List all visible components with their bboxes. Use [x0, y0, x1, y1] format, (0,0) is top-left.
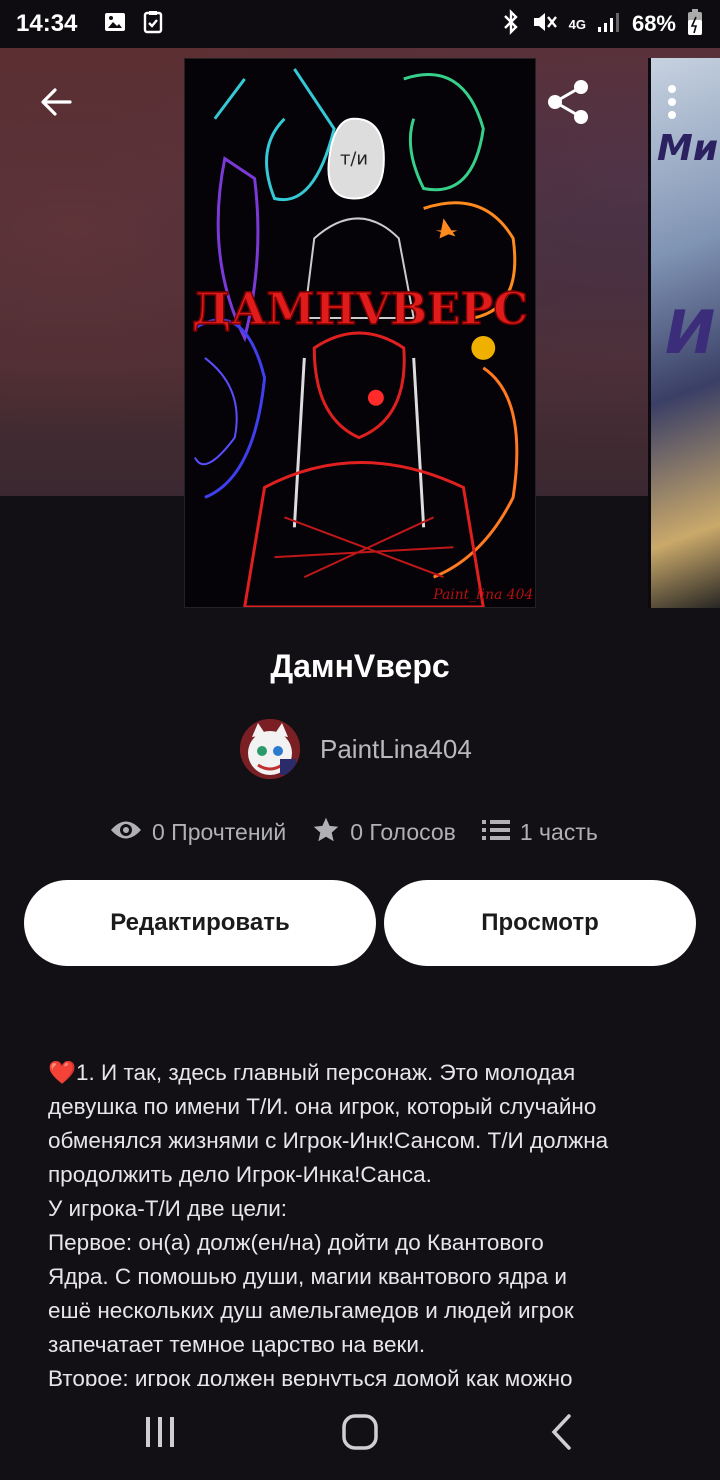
status-bar: 14:34 4G 68% [0, 0, 720, 48]
back-button[interactable] [28, 76, 84, 132]
author-row[interactable]: PaintLina404 [240, 718, 472, 780]
description-line: Первое: он(а) долж(ен/на) дойти до Квант… [48, 1230, 544, 1255]
share-button[interactable] [540, 76, 596, 132]
description-line: У игрока-Т/И две цели: [48, 1196, 288, 1221]
arrow-left-icon [38, 84, 74, 125]
description-line: ешё нескольких душ амельгамедов и людей … [48, 1298, 574, 1323]
recent-apps-icon [143, 1415, 177, 1454]
reads-count: 0 Прочтений [152, 818, 287, 845]
eye-icon [110, 819, 142, 846]
description-line: обменялся жизнями с Игрок-Инк!Сансом. Т/… [48, 1128, 609, 1153]
next-story-cover[interactable]: Ми И [648, 58, 720, 608]
status-right: 4G 68% [501, 8, 704, 41]
home-button[interactable] [330, 1404, 390, 1464]
author-name[interactable]: PaintLina404 [320, 734, 472, 765]
story-cover-image[interactable]: ДАМНVВЕРС т/и Paint_lina 404 [184, 58, 536, 608]
description-line: Второе: игрок должен вернуться домой как… [48, 1366, 573, 1386]
votes-stat: 0 Голосов [312, 816, 456, 849]
description-line: запечатает темное царство на веки. [48, 1332, 426, 1357]
cover-small-text: т/и [340, 149, 368, 170]
system-back-button[interactable] [532, 1404, 592, 1464]
story-title: ДамнVверс [270, 648, 450, 684]
description-line: продолжить дело Игрок-Инка!Санса. [48, 1162, 432, 1187]
avatar[interactable] [240, 719, 300, 779]
reads-stat: 0 Прочтений [110, 819, 286, 846]
story-stats: 0 Прочтений 0 Голосов 1 часть [110, 812, 624, 852]
list-icon [481, 819, 510, 846]
description-line: ❤️1. И так, здесь главный персонаж. Это … [48, 1060, 576, 1086]
parts-count[interactable]: 1 часть [520, 819, 598, 846]
parts-stat[interactable]: 1 часть [481, 819, 598, 846]
star-icon [312, 816, 340, 849]
edit-button[interactable]: Редактировать [24, 880, 376, 966]
story-description: ❤️1. И так, здесь главный персонаж. Это … [48, 1056, 672, 1386]
battery-icon [686, 8, 704, 41]
signal-icon [596, 10, 622, 39]
bluetooth-icon [501, 8, 521, 40]
network-label: 4G [568, 16, 586, 32]
heart-icon: ❤️ [48, 1060, 77, 1086]
more-options-button[interactable] [644, 76, 700, 132]
chevron-left-icon [549, 1413, 575, 1456]
cover-caption: Paint_lina 404 [432, 587, 533, 603]
more-vertical-icon [667, 84, 677, 125]
preview-button[interactable]: Просмотр [384, 880, 696, 966]
home-icon [341, 1413, 379, 1456]
cover-title-text: ДАМНVВЕРС [192, 284, 528, 335]
status-notification-icons [103, 10, 165, 39]
votes-count: 0 Голосов [350, 818, 456, 845]
system-nav-bar [0, 1386, 720, 1480]
recent-apps-button[interactable] [130, 1404, 190, 1464]
task-icon [141, 10, 165, 39]
description-line: Ядра. С помошью души, магии квантового я… [48, 1264, 567, 1289]
description-line: девушка по имени Т/И. она игрок, который… [48, 1094, 597, 1119]
status-time: 14:34 [16, 10, 78, 37]
battery-percentage: 68% [631, 11, 676, 36]
gallery-icon [103, 10, 127, 39]
share-icon [543, 77, 593, 132]
mute-icon [531, 9, 559, 40]
